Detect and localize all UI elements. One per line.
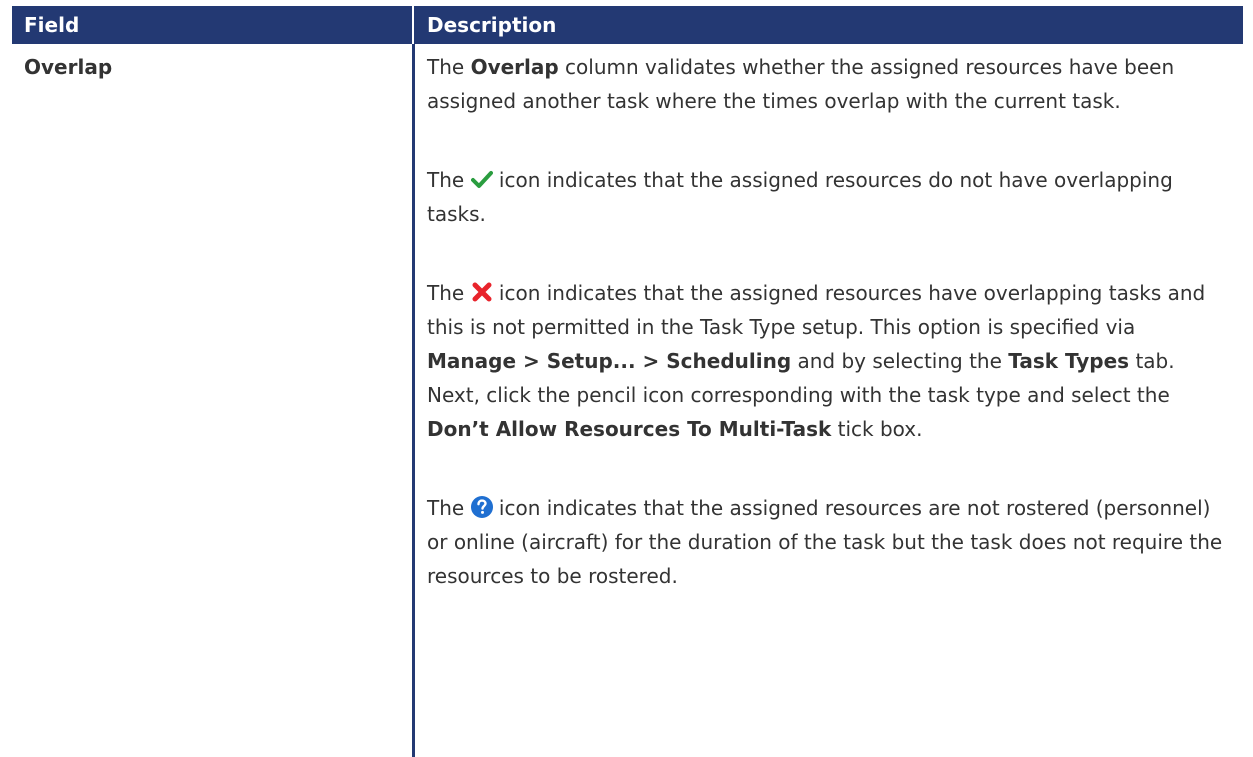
column-divider — [412, 44, 415, 757]
header-divider — [412, 6, 414, 44]
text: tick box. — [831, 417, 923, 441]
description-paragraph-3: The icon indicates that the assigned res… — [427, 276, 1227, 446]
table-header: Field Description — [12, 6, 1243, 44]
check-icon — [470, 166, 493, 188]
header-description: Description — [427, 13, 557, 37]
text: The — [427, 281, 471, 305]
text: The — [427, 496, 471, 520]
bold-term: Manage > Setup... > Scheduling — [427, 349, 792, 373]
bold-term: Overlap — [470, 55, 559, 79]
description-paragraph-2: The icon indicates that the assigned res… — [427, 163, 1227, 231]
text: The — [427, 55, 471, 79]
description-cell: The Overlap column validates whether the… — [427, 50, 1227, 593]
description-paragraph-1: The Overlap column validates whether the… — [427, 50, 1227, 118]
cross-icon — [471, 279, 493, 302]
question-icon — [470, 494, 493, 518]
field-description-table: Field Description Overlap The Overlap co… — [12, 6, 1243, 757]
description-paragraph-4: The icon indicates that the assigned res… — [427, 491, 1227, 593]
field-name-overlap: Overlap — [24, 55, 113, 79]
text: icon indicates that the assigned resourc… — [427, 168, 1173, 226]
text: icon indicates that the assigned resourc… — [427, 281, 1206, 339]
bold-term: Task Types — [1008, 349, 1130, 373]
bold-term: Don’t Allow Resources To Multi-Task — [427, 417, 832, 441]
header-field: Field — [24, 13, 80, 37]
text: icon indicates that the assigned resourc… — [427, 496, 1223, 588]
text: The — [427, 168, 471, 192]
text: and by selecting the — [791, 349, 1009, 373]
